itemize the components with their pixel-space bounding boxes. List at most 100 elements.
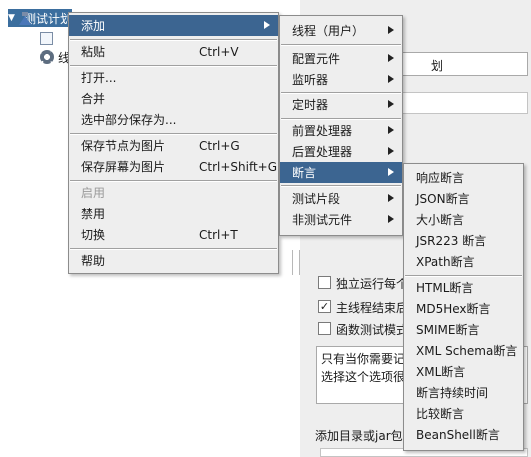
menu-label: 断言持续时间 bbox=[416, 386, 489, 400]
checkbox-label: 独立运行每个 bbox=[336, 277, 409, 291]
submenu-arrow-icon bbox=[388, 26, 394, 34]
tree-context-menu: 添加 粘贴 Ctrl+V 打开... 合并 选中部分保存为... 保存节点为图片… bbox=[68, 12, 279, 274]
checkbox-label: 函数测试模式 bbox=[336, 323, 409, 337]
submenu-arrow-icon bbox=[388, 215, 394, 223]
menu-item-toggle[interactable]: 切换 Ctrl+T bbox=[69, 224, 278, 245]
menu-item-open[interactable]: 打开... bbox=[69, 67, 278, 88]
element-icon bbox=[40, 31, 53, 45]
menu-item-save-screen-image[interactable]: 保存屏幕为图片 Ctrl+Shift+G bbox=[69, 156, 278, 177]
menu-label: 打开... bbox=[81, 71, 117, 85]
menu-label: 监听器 bbox=[292, 73, 329, 87]
menu-label: 禁用 bbox=[81, 207, 106, 221]
menu-item-smime-assertion[interactable]: SMIME断言 bbox=[404, 319, 523, 340]
submenu-arrow-icon bbox=[264, 21, 270, 29]
gear-icon bbox=[40, 50, 54, 64]
menu-label: 非测试元件 bbox=[292, 213, 353, 227]
menu-item-xml-schema-assertion[interactable]: XML Schema断言 bbox=[404, 340, 523, 361]
menu-label: 线程（用户） bbox=[292, 24, 365, 38]
menu-item-size-assertion[interactable]: 大小断言 bbox=[404, 209, 523, 230]
tree-node-child-2[interactable]: 线 bbox=[40, 48, 70, 66]
menu-separator bbox=[281, 44, 401, 46]
menu-item-xpath-assertion[interactable]: XPath断言 bbox=[404, 251, 523, 272]
menu-label: JSR223 断言 bbox=[416, 234, 487, 248]
menu-label: XML Schema断言 bbox=[416, 344, 518, 358]
teardown-after-shutdown-checkbox[interactable]: ✓ bbox=[318, 300, 331, 313]
menu-label: MD5Hex断言 bbox=[416, 302, 491, 316]
menu-item-paste[interactable]: 粘贴 Ctrl+V bbox=[69, 41, 278, 62]
menu-item-add[interactable]: 添加 bbox=[69, 15, 278, 36]
menu-item-timer[interactable]: 定时器 bbox=[280, 94, 402, 115]
submenu-arrow-icon bbox=[388, 54, 394, 62]
menu-label: 合并 bbox=[81, 92, 106, 106]
menu-label: 配置元件 bbox=[292, 52, 341, 66]
menu-item-merge[interactable]: 合并 bbox=[69, 88, 278, 109]
menu-item-md5hex-assertion[interactable]: MD5Hex断言 bbox=[404, 298, 523, 319]
menu-label: 选中部分保存为... bbox=[81, 113, 177, 127]
menu-item-duration-assertion[interactable]: 断言持续时间 bbox=[404, 382, 523, 403]
menu-item-response-assertion[interactable]: 响应断言 bbox=[404, 167, 523, 188]
menu-label: XML断言 bbox=[416, 365, 466, 379]
menu-item-xml-assertion[interactable]: XML断言 bbox=[404, 361, 523, 382]
menu-label: 比较断言 bbox=[416, 407, 465, 421]
menu-accelerator: Ctrl+Shift+G bbox=[199, 159, 278, 174]
checkbox-label: 主线程结束后 bbox=[336, 301, 409, 315]
menu-label: 响应断言 bbox=[416, 171, 465, 185]
tree-node-test-plan[interactable]: ▼ 测试计划 bbox=[8, 9, 72, 27]
name-value: 划 bbox=[431, 59, 444, 73]
menu-accelerator: Ctrl+V bbox=[199, 44, 239, 59]
menu-item-help[interactable]: 帮助 bbox=[69, 250, 278, 271]
run-groups-consecutively-checkbox[interactable] bbox=[318, 276, 331, 289]
menu-item-assertions[interactable]: 断言 bbox=[280, 162, 402, 183]
tree-node-child-1[interactable] bbox=[40, 29, 70, 47]
menu-label: 大小断言 bbox=[416, 213, 465, 227]
submenu-arrow-icon bbox=[388, 75, 394, 83]
submenu-arrow-icon bbox=[388, 194, 394, 202]
menu-item-save-node-image[interactable]: 保存节点为图片 Ctrl+G bbox=[69, 135, 278, 156]
classpath-label: 添加目录或jar包 bbox=[315, 429, 403, 443]
menu-item-jsr223-assertion[interactable]: JSR223 断言 bbox=[404, 230, 523, 251]
collapse-toggle-icon[interactable]: ▼ bbox=[8, 13, 15, 23]
menu-item-disable[interactable]: 禁用 bbox=[69, 203, 278, 224]
menu-label: 粘贴 bbox=[81, 45, 106, 59]
menu-label: 帮助 bbox=[81, 254, 106, 268]
menu-label: JSON断言 bbox=[416, 192, 470, 206]
functional-test-mode-checkbox[interactable] bbox=[318, 322, 331, 335]
menu-item-html-assertion[interactable]: HTML断言 bbox=[404, 277, 523, 298]
menu-label: 启用 bbox=[81, 186, 106, 200]
tree-node-label: 测试计划 bbox=[23, 11, 72, 26]
menu-item-save-selection-as[interactable]: 选中部分保存为... bbox=[69, 109, 278, 130]
menu-label: 添加 bbox=[81, 19, 106, 33]
menu-item-enable: 启用 bbox=[69, 182, 278, 203]
menu-item-test-fragment[interactable]: 测试片段 bbox=[280, 188, 402, 209]
description-line-2: 选择这个选项很 bbox=[321, 370, 406, 384]
menu-label: SMIME断言 bbox=[416, 323, 480, 337]
menu-label: 保存节点为图片 bbox=[81, 139, 166, 153]
submenu-arrow-icon bbox=[388, 147, 394, 155]
pane-splitter[interactable] bbox=[292, 250, 300, 275]
menu-label: HTML断言 bbox=[416, 281, 474, 295]
menu-label: 切换 bbox=[81, 228, 106, 242]
submenu-arrow-icon bbox=[388, 168, 394, 176]
menu-separator bbox=[281, 185, 401, 187]
menu-item-compare-assertion[interactable]: 比较断言 bbox=[404, 403, 523, 424]
menu-item-threads[interactable]: 线程（用户） bbox=[280, 20, 402, 41]
menu-label: 定时器 bbox=[292, 98, 329, 112]
menu-label: 前置处理器 bbox=[292, 124, 353, 138]
menu-item-config-element[interactable]: 配置元件 bbox=[280, 48, 402, 69]
menu-label: 测试片段 bbox=[292, 192, 341, 206]
menu-item-non-test-elements[interactable]: 非测试元件 bbox=[280, 209, 402, 230]
menu-label: 保存屏幕为图片 bbox=[81, 160, 166, 174]
menu-item-beanshell-assertion[interactable]: BeanShell断言 bbox=[404, 424, 523, 445]
menu-item-pre-processors[interactable]: 前置处理器 bbox=[280, 120, 402, 141]
menu-accelerator: Ctrl+T bbox=[199, 227, 238, 242]
menu-label: BeanShell断言 bbox=[416, 428, 500, 442]
menu-label: 后置处理器 bbox=[292, 145, 353, 159]
menu-accelerator: Ctrl+G bbox=[199, 138, 240, 153]
add-submenu: 线程（用户） 配置元件 监听器 定时器 前置处理器 后置处理器 断言 测试片段 … bbox=[279, 15, 403, 236]
submenu-arrow-icon bbox=[388, 126, 394, 134]
menu-item-json-assertion[interactable]: JSON断言 bbox=[404, 188, 523, 209]
flask-icon bbox=[18, 11, 32, 25]
menu-label: 断言 bbox=[292, 166, 317, 180]
menu-item-post-processors[interactable]: 后置处理器 bbox=[280, 141, 402, 162]
menu-item-listener[interactable]: 监听器 bbox=[280, 69, 402, 90]
